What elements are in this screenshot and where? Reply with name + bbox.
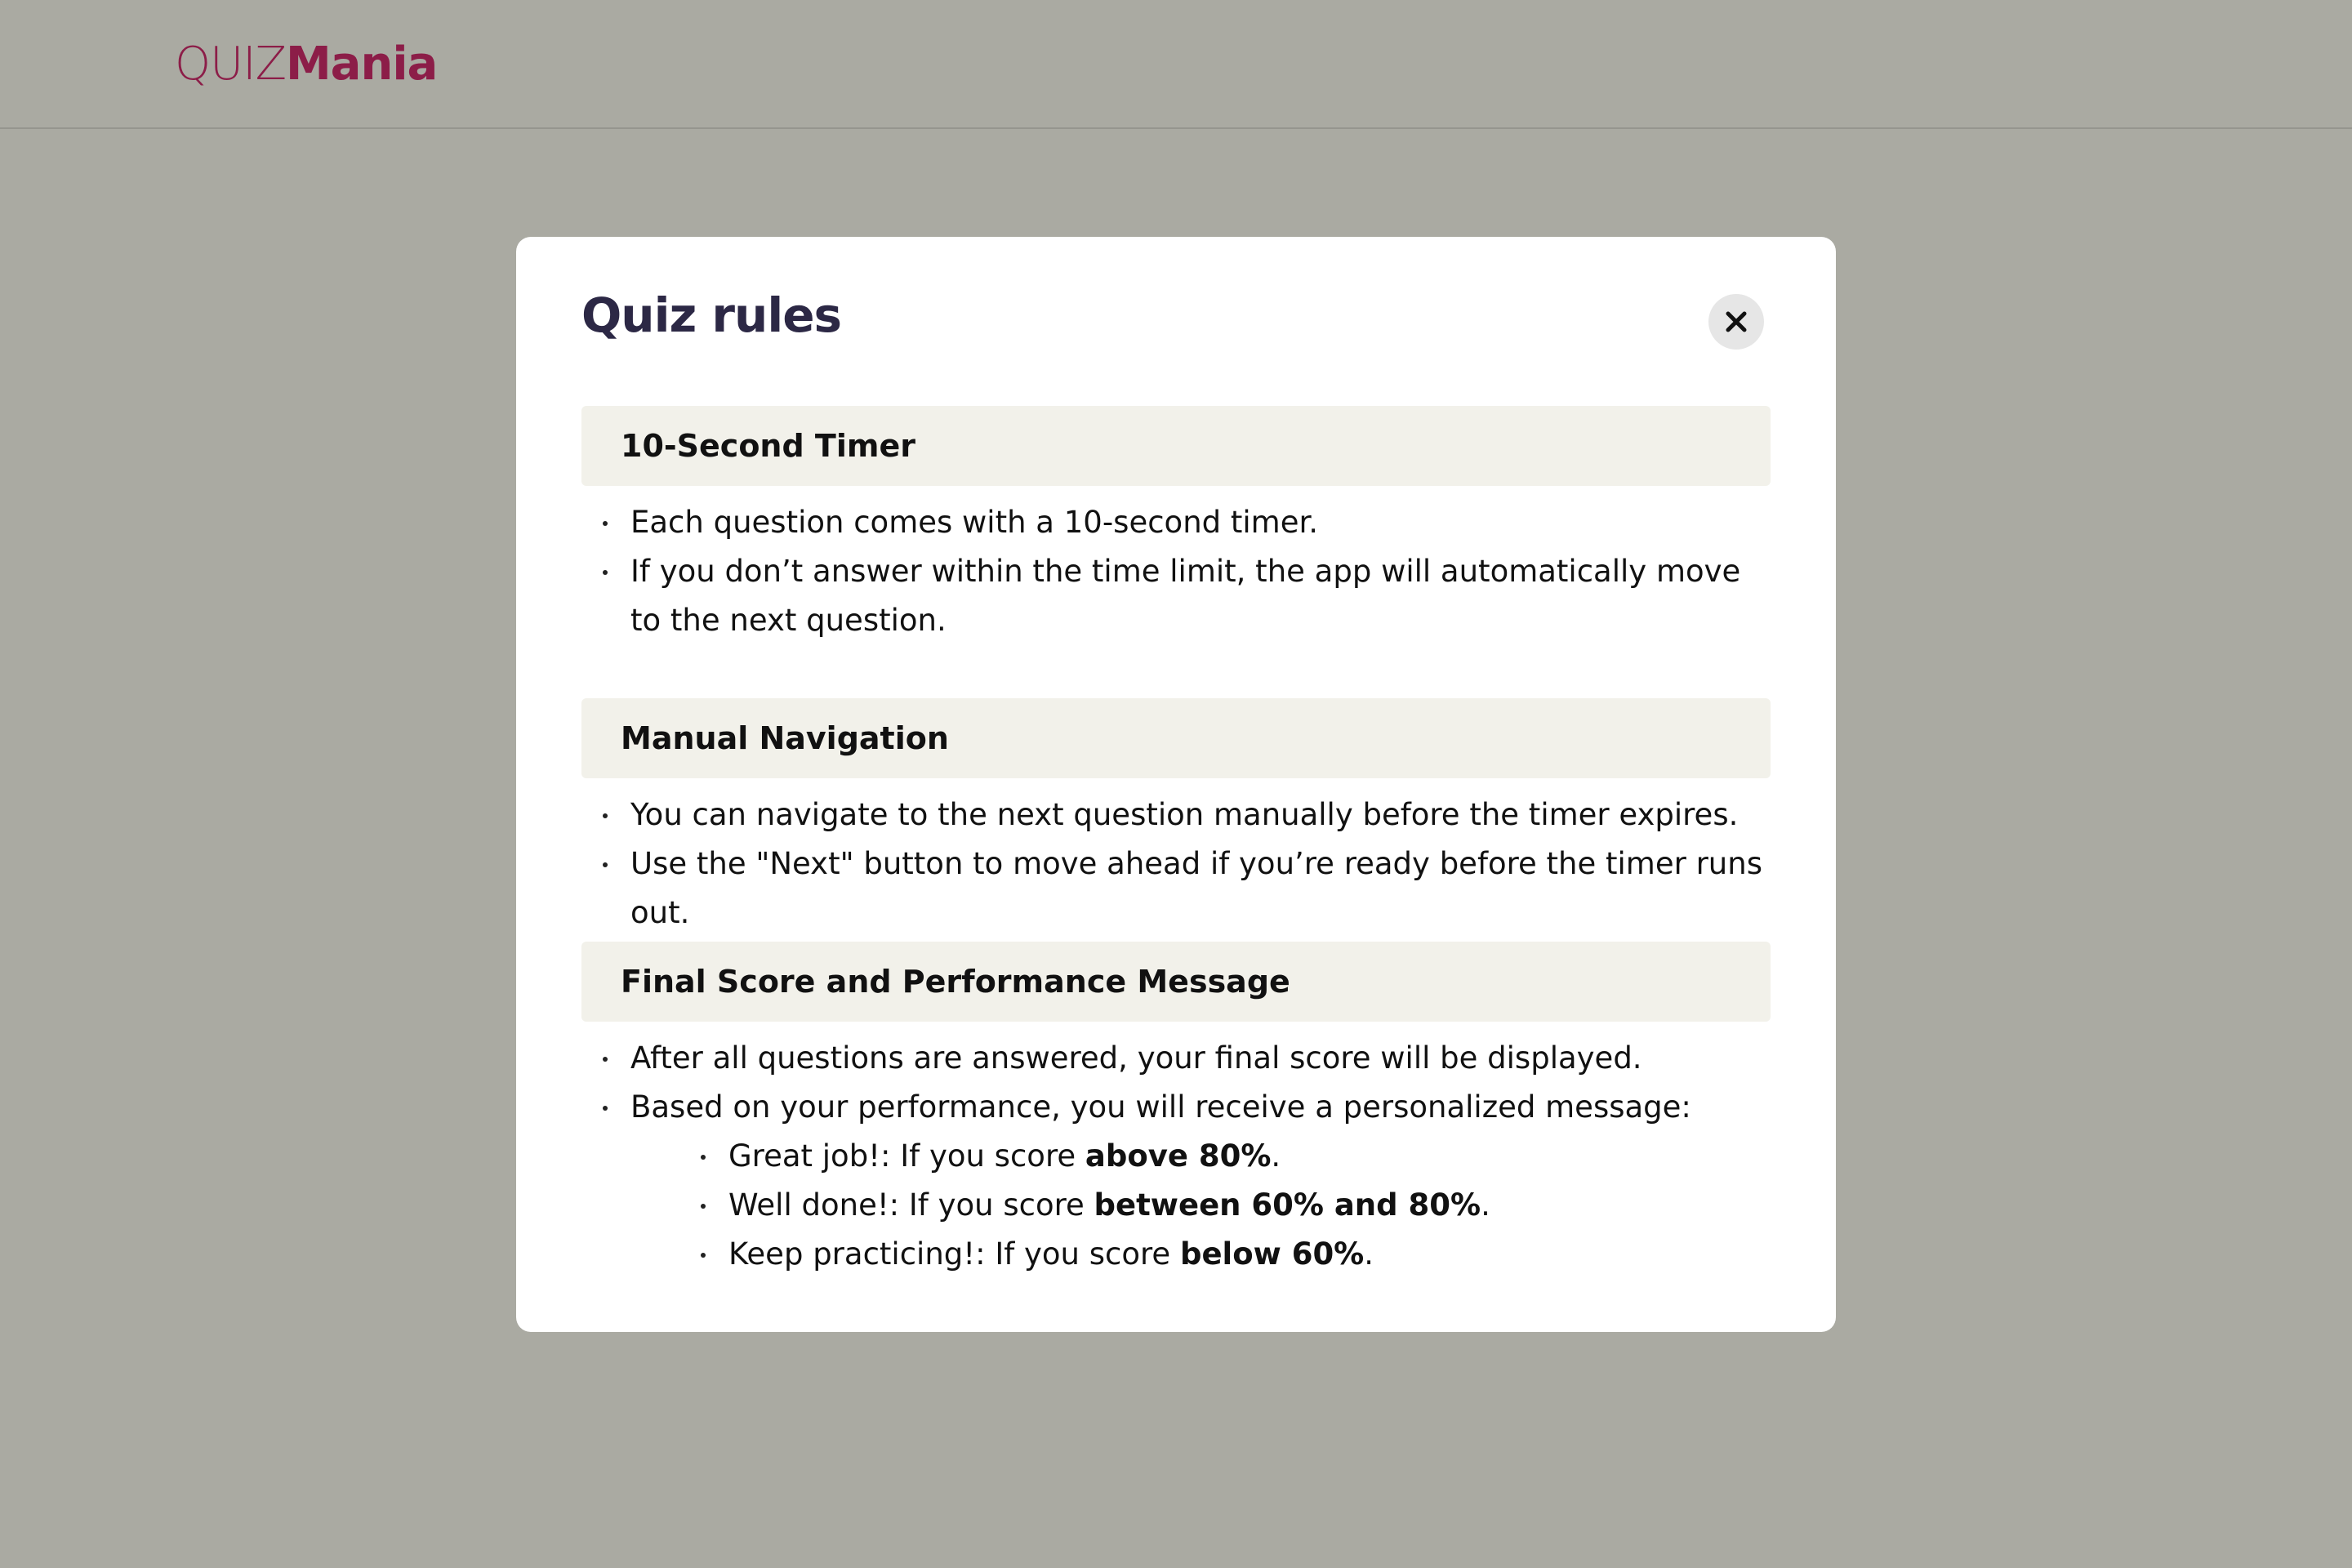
score-rules-list: After all questions are answered, your f… — [581, 1034, 1771, 1279]
quiz-rules-modal: Quiz rules 10-Second Timer Each question… — [516, 237, 1836, 1332]
message-threshold: between 60% and 80% — [1094, 1187, 1481, 1223]
message-text: Well done!: If you score — [728, 1187, 1094, 1223]
list-item: If you don’t answer within the time limi… — [581, 547, 1771, 645]
app-header: QUIZMania — [0, 0, 2352, 129]
message-text: Keep practicing!: If you score — [728, 1236, 1180, 1272]
message-threshold: below 60% — [1179, 1236, 1365, 1272]
list-item: After all questions are answered, your f… — [581, 1034, 1771, 1083]
list-item-text: Based on your performance, you will rece… — [630, 1089, 1691, 1125]
list-item: Each question comes with a 10-second tim… — [581, 498, 1771, 547]
message-keep-practicing: Keep practicing!: If you score below 60%… — [630, 1230, 1771, 1279]
timer-rules-list: Each question comes with a 10-second tim… — [581, 498, 1771, 645]
message-threshold: above 80% — [1085, 1138, 1272, 1174]
message-suffix: . — [1481, 1187, 1490, 1223]
section-heading-final-score: Final Score and Performance Message — [581, 942, 1771, 1022]
performance-messages-list: Great job!: If you score above 80%. Well… — [630, 1132, 1771, 1279]
navigation-rules-list: You can navigate to the next question ma… — [581, 791, 1771, 938]
close-button[interactable] — [1708, 294, 1764, 350]
section-heading-timer: 10-Second Timer — [581, 406, 1771, 486]
logo-text-bold: Mania — [285, 38, 438, 91]
list-item: Based on your performance, you will rece… — [581, 1083, 1771, 1279]
message-suffix: . — [1271, 1138, 1281, 1174]
list-item: You can navigate to the next question ma… — [581, 791, 1771, 840]
message-text: Great job!: If you score — [728, 1138, 1085, 1174]
modal-title: Quiz rules — [581, 287, 842, 343]
close-icon — [1726, 311, 1747, 332]
message-well-done: Well done!: If you score between 60% and… — [630, 1181, 1771, 1230]
logo-text-light: QUIZ — [175, 38, 287, 91]
quizmania-logo[interactable]: QUIZMania — [175, 36, 438, 93]
message-great-job: Great job!: If you score above 80%. — [630, 1132, 1771, 1181]
list-item: Use the "Next" button to move ahead if y… — [581, 840, 1771, 938]
section-heading-manual-navigation: Manual Navigation — [581, 698, 1771, 778]
message-suffix: . — [1364, 1236, 1374, 1272]
